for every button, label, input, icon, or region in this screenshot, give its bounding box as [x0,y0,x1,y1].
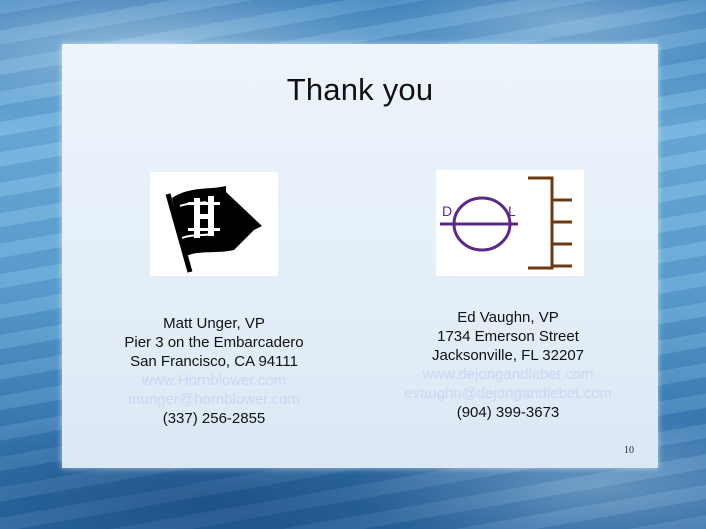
dl-logo-letter-l: L [508,203,516,219]
contact-right: Ed Vaughn, VP 1734 Emerson Street Jackso… [358,308,658,422]
contact-email-link[interactable]: evaughn@dejongandlebet.com [358,384,658,403]
contact-address-line2: Jacksonville, FL 32207 [431,347,585,364]
contact-name: Matt Unger, VP [163,315,265,332]
dl-logo-icon: D L [436,170,584,276]
contact-website-link[interactable]: www.dejongandlebet.com [358,365,658,384]
contact-website-link[interactable]: www.Hornblower.com [82,371,346,390]
contact-address-line2: San Francisco, CA 94111 [130,353,298,370]
contact-address-line1: Pier 3 on the Embarcadero [124,334,304,351]
dl-logo-letter-d: D [442,203,452,219]
contact-left: Matt Unger, VP Pier 3 on the Embarcadero… [82,314,346,428]
flag-logo-icon [150,172,278,276]
page-number: 10 [624,445,634,456]
contact-address-line1: 1734 Emerson Street [437,328,579,345]
contact-email-link[interactable]: munger@hornblower.com [82,390,346,409]
slide-title: Thank you [286,72,434,107]
contact-phone: (904) 399-3673 [456,404,560,421]
contact-phone: (337) 256-2855 [162,410,266,427]
slide: Thank you D L Matt Unger, VP Pier 3 on t… [62,44,658,468]
dejong-lebet-logo: D L [436,170,584,276]
contact-name: Ed Vaughn, VP [457,309,559,326]
hornblower-logo [150,172,278,276]
